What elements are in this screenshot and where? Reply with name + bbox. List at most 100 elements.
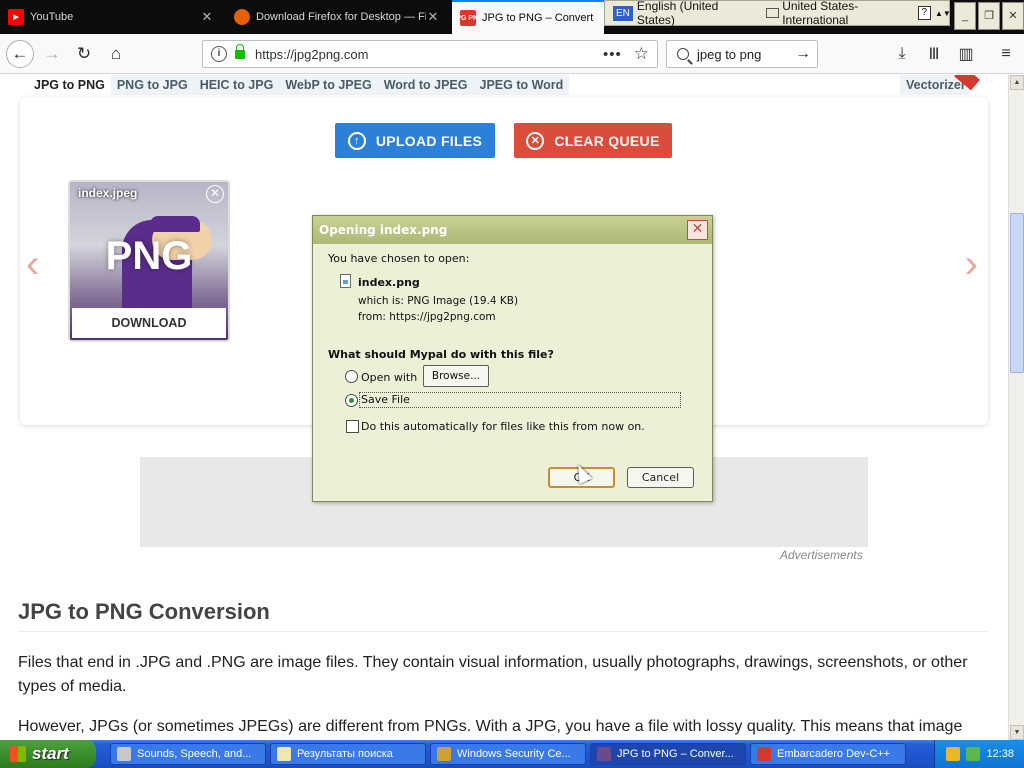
search-go-icon[interactable]: → (795, 45, 811, 63)
scroll-up-icon[interactable]: ▲ (1010, 75, 1024, 90)
vectorizer-label: Vectorizer (906, 78, 966, 92)
action-question: What should Mypal do with this file? (328, 348, 554, 361)
search-input[interactable]: jpeg to png (697, 47, 761, 62)
search-results-icon (277, 747, 291, 761)
window-controls: _ ❐ ✕ (954, 2, 1024, 30)
search-bar[interactable]: jpeg to png → (666, 40, 818, 68)
reload-button[interactable]: ↻ (70, 40, 98, 68)
taskbar-item-label: JPG to PNG – Conver... (617, 748, 734, 760)
page-actions-icon[interactable]: ••• (603, 46, 622, 63)
upload-label: UPLOAD FILES (375, 132, 483, 149)
vectorizer-link[interactable]: Vectorizer (900, 75, 980, 95)
ad-label: Advertisements (780, 548, 863, 562)
tab-youtube[interactable]: ▶ YouTube ✕ (0, 0, 222, 34)
taskbar-item[interactable]: JPG to PNG – Conver... (590, 743, 746, 765)
paragraph: However, JPGs (or sometimes JPEGs) are d… (18, 718, 963, 735)
carousel-prev-icon[interactable]: ‹ (26, 242, 39, 287)
browser-icon (597, 747, 611, 761)
language-name[interactable]: English (United States) (637, 0, 754, 27)
file-type: which is: PNG Image (19.4 KB) (358, 295, 519, 307)
bookmark-star-icon[interactable]: ☆ (634, 44, 649, 64)
start-button[interactable]: start (0, 740, 96, 768)
taskbar-item[interactable]: Результаты поиска (270, 743, 426, 765)
close-tab-icon[interactable]: ✕ (200, 9, 214, 25)
taskbar-item[interactable]: Windows Security Ce... (430, 743, 586, 765)
search-icon (677, 48, 689, 60)
language-code[interactable]: EN (613, 5, 633, 21)
menu-icon[interactable]: ≡ (994, 42, 1018, 66)
file-source: from: https://jpg2png.com (358, 311, 496, 323)
output-format: PNG (105, 234, 193, 278)
save-file-radio[interactable] (345, 394, 358, 407)
clock[interactable]: 12:38 (986, 748, 1014, 760)
save-file-label[interactable]: Save File (359, 392, 681, 408)
taskbar-item-label: Sounds, Speech, and... (137, 748, 252, 760)
file-thumbnail: index.jpeg ✕ PNG DOWNLOAD (68, 180, 230, 342)
auto-action-checkbox[interactable] (346, 420, 359, 433)
tool-tab-jpg-to-png[interactable]: JPG to PNG (28, 75, 111, 95)
divider (18, 631, 988, 632)
scroll-thumb[interactable] (1010, 213, 1024, 373)
firefox-icon (234, 9, 250, 25)
start-label: start (32, 744, 69, 763)
restore-button[interactable]: ❐ (978, 2, 1000, 30)
tool-tab-webp-to-jpeg[interactable]: WebP to JPEG (279, 75, 377, 95)
forward-button[interactable]: → (38, 40, 66, 68)
tab-title: Download Firefox for Desktop — Fi (256, 11, 426, 23)
paragraph: Files that end in .JPG and .PNG are imag… (18, 654, 968, 695)
download-button[interactable]: DOWNLOAD (72, 308, 226, 338)
library-icon[interactable]: Ⅲ (922, 42, 946, 66)
tool-tab-word-to-jpeg[interactable]: Word to JPEG (378, 75, 474, 95)
security-tray-icon[interactable] (946, 747, 961, 761)
auto-action-label[interactable]: Do this automatically for files like thi… (361, 420, 645, 433)
youtube-icon: ▶ (8, 9, 24, 25)
tool-tab-png-to-jpg[interactable]: PNG to JPG (111, 75, 194, 95)
keyboard-layout[interactable]: United States-International (782, 0, 917, 27)
carousel-next-icon[interactable]: › (965, 242, 978, 287)
devcpp-icon (757, 747, 771, 761)
dialog-title: Opening index.png ✕ (313, 216, 712, 244)
language-bar[interactable]: EN English (United States) United States… (604, 0, 951, 27)
system-tray: 12:38 (934, 740, 1024, 768)
tab-firefox-download[interactable]: Download Firefox for Desktop — Fi ✕ (226, 0, 448, 34)
cancel-button[interactable]: Cancel (627, 467, 694, 488)
taskbar-item-label: Embarcadero Dev-C++ (777, 748, 891, 760)
lock-icon (235, 43, 245, 59)
close-tab-icon[interactable]: ✕ (426, 9, 440, 25)
remove-file-icon[interactable]: ✕ (206, 185, 224, 203)
dialog-close-button[interactable]: ✕ (687, 220, 708, 240)
close-window-button[interactable]: ✕ (1002, 2, 1024, 30)
tool-tab-jpeg-to-word[interactable]: JPEG to Word (474, 75, 570, 95)
site-info-icon[interactable]: i (211, 46, 227, 62)
page-scrollbar[interactable]: ▲ ▼ (1008, 75, 1024, 740)
control-panel-icon (117, 747, 131, 761)
sidebar-icon[interactable]: ▥ (954, 42, 978, 66)
download-icon[interactable]: ⤓ (890, 42, 914, 66)
help-icon[interactable]: ? (917, 6, 931, 20)
clear-label: CLEAR QUEUE (554, 132, 660, 149)
taskbar-item[interactable]: Sounds, Speech, and... (110, 743, 266, 765)
url-bar[interactable]: i https://jpg2png.com ••• ☆ (202, 40, 658, 68)
browse-button[interactable]: Browse... (423, 365, 489, 387)
tool-tab-heic-to-jpg[interactable]: HEIC to JPG (194, 75, 280, 95)
home-button[interactable]: ⌂ (102, 40, 130, 68)
tab-title: JPG to PNG – Convert JPEG (482, 12, 596, 24)
scroll-down-icon[interactable]: ▼ (1010, 725, 1024, 740)
options-arrow-icon[interactable]: ▲▼ (935, 9, 951, 18)
minimize-button[interactable]: _ (954, 2, 976, 30)
taskbar-item-label: Результаты поиска (297, 748, 393, 760)
upload-files-button[interactable]: ↑ UPLOAD FILES (335, 123, 495, 158)
upload-arrow-icon: ↑ (347, 131, 366, 150)
tab-jpg2png[interactable]: JPG PNG JPG to PNG – Convert JPEG (452, 0, 604, 34)
open-with-label[interactable]: Open with (361, 371, 417, 384)
open-with-radio[interactable] (345, 370, 358, 383)
network-tray-icon[interactable] (966, 747, 981, 761)
png-file-icon (340, 274, 351, 288)
file-name: index.jpeg (78, 186, 138, 200)
taskbar-item-label: Windows Security Ce... (457, 748, 571, 760)
taskbar-item[interactable]: Embarcadero Dev-C++ (750, 743, 906, 765)
url-text[interactable]: https://jpg2png.com (255, 47, 368, 62)
clear-queue-button[interactable]: ✕ CLEAR QUEUE (514, 123, 672, 158)
navigation-toolbar: ← → ↻ ⌂ i https://jpg2png.com ••• ☆ jpeg… (0, 34, 1024, 74)
back-button[interactable]: ← (6, 40, 34, 68)
